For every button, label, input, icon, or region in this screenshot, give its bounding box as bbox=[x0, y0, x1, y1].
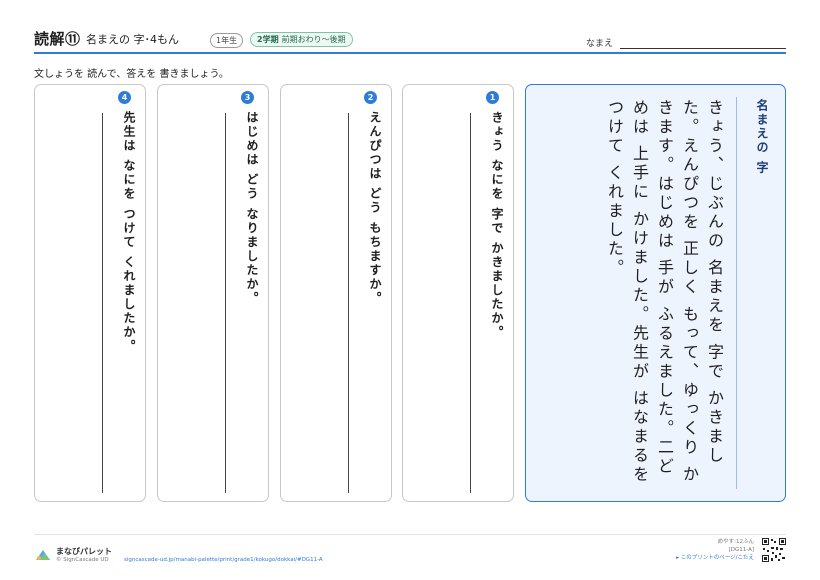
footer-divider bbox=[34, 534, 786, 535]
answer-line[interactable] bbox=[102, 113, 103, 493]
name-write-line[interactable] bbox=[620, 48, 786, 49]
time-estimate: めやす:12ふん bbox=[717, 539, 754, 545]
question-number-badge: 3 bbox=[241, 91, 254, 104]
worksheet-subtitle: 名まえの 字･4もん bbox=[86, 33, 179, 46]
question-number-badge: 4 bbox=[118, 91, 131, 104]
question-text: 先生は なにを つけて くれましたか。 bbox=[122, 111, 136, 354]
grade-badge: 1年生 bbox=[210, 33, 244, 48]
story-box: 名まえの 字 きょう、じぶんの 名まえを 字で かきました。えんぴつを 正しく … bbox=[525, 84, 786, 502]
print-code: [DG11-A] bbox=[728, 547, 754, 553]
question-text: きょう なにを 字で かきましたか。 bbox=[490, 111, 504, 340]
print-meta: めやす:12ふん [DG11-A] ▸ このプリントのページ/こたえ bbox=[676, 538, 754, 562]
story-divider bbox=[736, 97, 737, 489]
question-card-1: 1 きょう なにを 字で かきましたか。 bbox=[402, 84, 514, 502]
term-detail: 前期おわり〜後期 bbox=[281, 35, 346, 44]
question-card-2: 2 えんぴつは どう もちますか。 bbox=[280, 84, 392, 502]
header-divider bbox=[34, 52, 786, 54]
source-url-link[interactable]: signcascade-ud.jp/manabi-palette/print/g… bbox=[124, 557, 323, 563]
answer-line[interactable] bbox=[470, 113, 471, 493]
worksheet-header: 読解⑪ 名まえの 字･4もん 1年生 2学期 前期おわり〜後期 なまえ bbox=[34, 26, 786, 49]
question-text: えんぴつは どう もちますか。 bbox=[368, 111, 382, 306]
answer-line[interactable] bbox=[348, 113, 349, 493]
question-text: はじめは どう なりましたか。 bbox=[245, 111, 259, 306]
palette-logo-icon bbox=[36, 550, 50, 560]
term-main: 2学期 bbox=[257, 35, 279, 44]
worksheet-title: 読解⑪ bbox=[34, 30, 81, 48]
question-number-badge: 1 bbox=[486, 91, 499, 104]
answer-page-link[interactable]: ▸ このプリントのページ/こたえ bbox=[676, 554, 754, 562]
copyright-text: © SignCascade UD bbox=[56, 557, 109, 563]
question-card-4: 4 先生は なにを つけて くれましたか。 bbox=[34, 84, 146, 502]
story-title: 名まえの 字 bbox=[755, 99, 769, 176]
question-number-badge: 2 bbox=[364, 91, 377, 104]
story-text: きょう、じぶんの 名まえを 字で かきました。えんぴつを 正しく もって、ゆっく… bbox=[605, 99, 724, 485]
answer-line[interactable] bbox=[225, 113, 226, 493]
brand-name: まなびパレット bbox=[56, 547, 112, 556]
instruction-text: 文しょうを 読んで、答えを 書きましょう。 bbox=[34, 69, 229, 80]
term-badge: 2学期 前期おわり〜後期 bbox=[250, 32, 353, 47]
qr-code-icon[interactable] bbox=[762, 538, 786, 562]
name-label: なまえ bbox=[586, 39, 614, 49]
question-card-3: 3 はじめは どう なりましたか。 bbox=[157, 84, 269, 502]
